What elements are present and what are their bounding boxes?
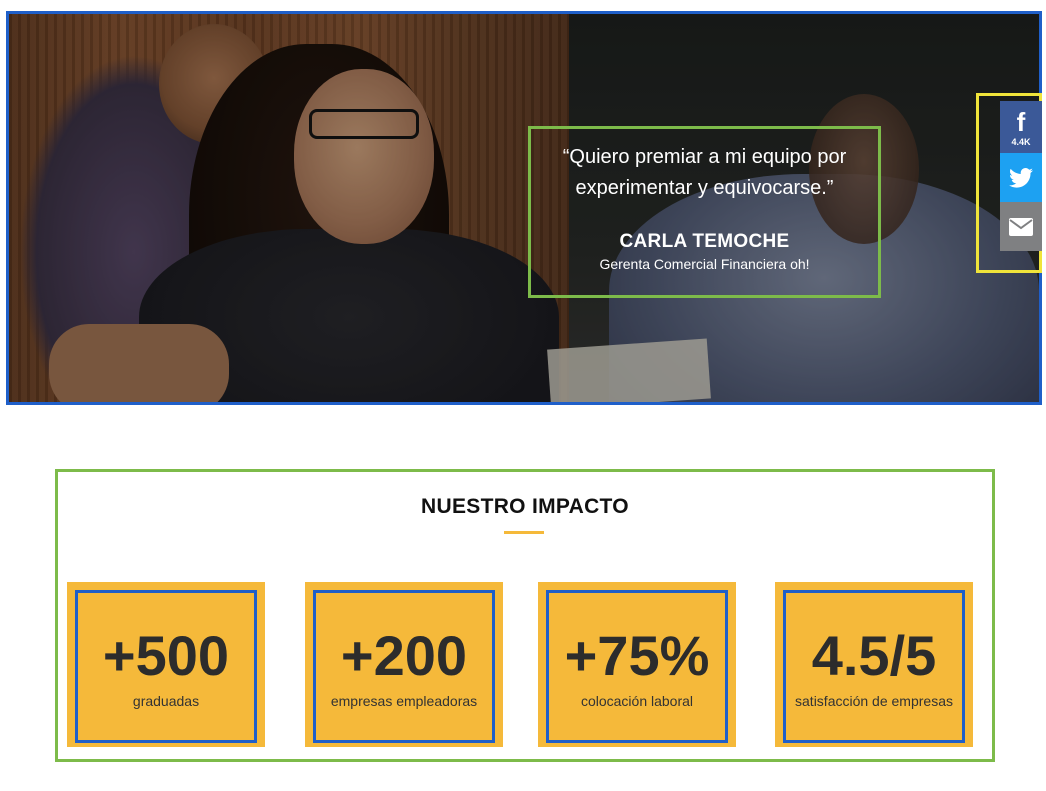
twitter-share-button[interactable] [1000,153,1042,202]
testimonial-quote: “Quiero premiar a mi equipo por experime… [528,126,881,298]
facebook-icon: f [1016,107,1026,137]
quote-author-name: CARLA TEMOCHE [619,231,790,252]
section-title: NUESTRO IMPACTO [421,495,629,518]
title-underline [504,531,544,534]
stat-value: 4.5/5 [811,624,937,687]
stat-label: colocación laboral [580,693,694,709]
share-bar: f 4.4K [976,93,1042,273]
quote-text: “Quiero premiar a mi equipo por experime… [562,146,847,199]
impact-section: NUESTRO IMPACTO +500 graduadas +200 empr… [55,469,995,762]
hero-banner: “Quiero premiar a mi equipo por experime… [6,11,1042,405]
stat-value: +75% [564,624,710,687]
stat-value: +500 [102,624,230,687]
email-share-button[interactable] [1000,202,1042,251]
stat-card: +75% colocación laboral [538,582,736,747]
facebook-share-button[interactable]: f 4.4K [1000,101,1042,153]
stat-card: 4.5/5 satisfacción de empresas [775,582,973,747]
stat-label: satisfacción de empresas [795,693,953,709]
stat-label: empresas empleadoras [330,693,478,709]
stat-card: +200 empresas empleadoras [305,582,503,747]
twitter-icon [1009,167,1033,188]
hero-photo [9,14,1039,402]
stat-label: graduadas [132,693,200,709]
facebook-share-count: 4.4K [1011,137,1031,147]
email-icon [1009,217,1033,236]
quote-author-role: Gerenta Comercial Financiera oh! [599,256,810,272]
stat-value: +200 [340,624,468,687]
stat-card: +500 graduadas [67,582,265,747]
